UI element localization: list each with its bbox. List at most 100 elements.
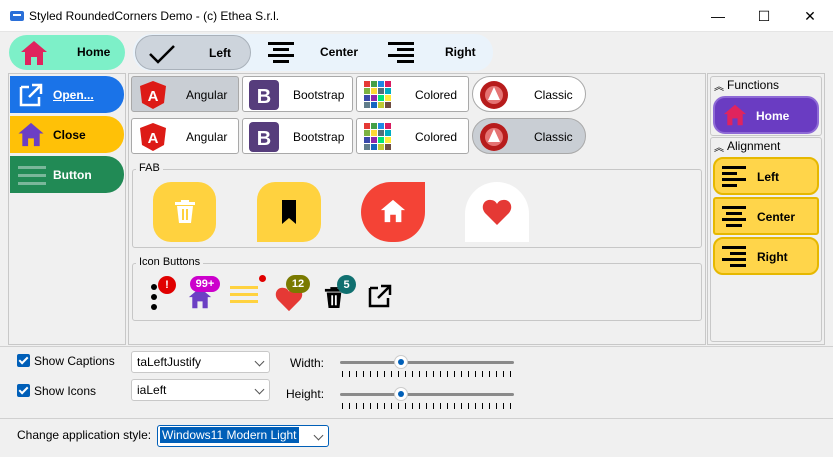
chip-label: Bootstrap: [293, 130, 345, 144]
chip-label: Colored: [415, 130, 458, 144]
bookmark-icon: [282, 200, 296, 224]
chip-label: Colored: [415, 88, 458, 102]
tab-right[interactable]: Right: [375, 35, 491, 70]
align-left-label: Left: [757, 170, 779, 184]
svg-text:B: B: [257, 128, 271, 150]
collapse-functions-icon[interactable]: ︽: [714, 78, 724, 93]
functions-home-label: Home: [756, 109, 790, 123]
tab-left[interactable]: Left: [135, 35, 251, 70]
width-slider-ticks: [342, 371, 514, 377]
app-icon: [10, 11, 24, 21]
chevron-down-icon: [254, 356, 265, 367]
chip-label: Angular: [186, 130, 228, 144]
svg-text:A: A: [148, 130, 159, 147]
svg-text:A: A: [148, 88, 159, 105]
window-title: Styled RoundedCorners Demo - (c) Ethea S…: [29, 9, 280, 23]
generic-button-label: Button: [53, 168, 92, 182]
home-icon: [18, 122, 44, 147]
app-style-value: Windows11 Modern Light: [160, 427, 299, 443]
color-grid-icon: [364, 123, 391, 150]
angular-logo-icon: A: [140, 123, 166, 151]
show-icons-label: Show Icons: [34, 384, 97, 398]
chip-bootstrap-1[interactable]: B Bootstrap: [242, 76, 353, 112]
align-left-button[interactable]: Left: [713, 157, 819, 195]
left-panel: [8, 73, 126, 345]
height-label: Height:: [286, 387, 325, 401]
title-bar: Styled RoundedCorners Demo - (c) Ethea S…: [0, 0, 833, 32]
height-slider-track[interactable]: [340, 393, 514, 396]
height-slider-thumb[interactable]: [393, 387, 408, 401]
fab-favorite-button[interactable]: [465, 182, 529, 242]
chevron-down-icon: [313, 430, 324, 441]
align-center-icon: [268, 42, 294, 63]
home-badge-button[interactable]: 99+: [184, 276, 228, 312]
badge-alert: !: [158, 276, 176, 294]
icon-alignment-select[interactable]: iaLeft: [131, 379, 270, 401]
show-captions-label: Show Captions: [34, 354, 115, 368]
chip-angular-1[interactable]: A Angular: [131, 76, 239, 112]
align-center-button[interactable]: Center: [713, 197, 819, 235]
open-button-label: Open...: [53, 88, 94, 102]
icon-buttons-group-title: Icon Buttons: [136, 256, 204, 268]
delphi-logo-icon: [480, 123, 508, 151]
chip-colored-1[interactable]: Colored: [356, 76, 469, 112]
angular-logo-icon: A: [140, 81, 166, 109]
svg-text:B: B: [257, 86, 271, 108]
chip-classic-2[interactable]: Classic: [472, 118, 586, 154]
chip-classic-1[interactable]: Classic: [472, 76, 586, 112]
fab-home-button[interactable]: [361, 182, 425, 242]
tab-left-label: Left: [209, 46, 231, 60]
collapse-alignment-icon[interactable]: ︽: [714, 139, 724, 154]
minimize-button[interactable]: —: [695, 0, 741, 32]
width-slider-thumb[interactable]: [393, 355, 408, 369]
show-icons-checkbox[interactable]: [17, 384, 30, 397]
chip-label: Classic: [534, 130, 573, 144]
bootstrap-logo-icon: B: [249, 80, 279, 110]
show-captions-checkbox[interactable]: [17, 354, 30, 367]
home-icon: [21, 41, 47, 65]
caption-alignment-select[interactable]: taLeftJustify: [131, 351, 270, 373]
badge-count-99: 99+: [190, 276, 220, 292]
align-right-icon: [722, 246, 746, 267]
close-button[interactable]: Close: [10, 116, 124, 153]
favorite-badge-button[interactable]: 12: [272, 274, 312, 312]
badge-count-5: 5: [337, 275, 356, 294]
width-label: Width:: [290, 356, 325, 370]
width-slider-track[interactable]: [340, 361, 514, 364]
maximize-button[interactable]: ☐: [741, 0, 787, 32]
tab-center[interactable]: Center: [253, 35, 373, 70]
menu-dot-button[interactable]: [230, 274, 268, 312]
open-external-icon: [19, 83, 43, 107]
chevron-down-icon: [254, 384, 265, 395]
style-label: Change application style:: [17, 428, 152, 442]
home-button[interactable]: Home: [9, 35, 125, 70]
generic-button[interactable]: Button: [10, 156, 124, 193]
fab-group-title: FAB: [136, 162, 163, 174]
chip-angular-2[interactable]: A Angular: [131, 118, 239, 154]
app-style-select[interactable]: Windows11 Modern Light: [157, 425, 329, 447]
chip-label: Bootstrap: [293, 88, 345, 102]
alignment-title: Alignment: [727, 139, 781, 153]
close-button-label: Close: [53, 128, 86, 142]
tab-center-label: Center: [320, 45, 359, 59]
align-left-icon: [722, 166, 746, 187]
chip-label: Angular: [186, 88, 228, 102]
functions-home-button[interactable]: Home: [713, 96, 819, 134]
open-external-button[interactable]: [364, 280, 396, 312]
chip-bootstrap-2[interactable]: B Bootstrap: [242, 118, 353, 154]
more-vertical-button[interactable]: !: [148, 276, 180, 312]
delete-badge-button[interactable]: 5: [320, 274, 360, 312]
align-right-icon: [388, 42, 414, 63]
fab-bookmark-button[interactable]: [257, 182, 321, 242]
functions-title: Functions: [727, 78, 780, 92]
chip-colored-2[interactable]: Colored: [356, 118, 469, 154]
chip-label: Classic: [534, 88, 573, 102]
menu-icon: [18, 166, 46, 185]
more-vertical-icon: [151, 284, 157, 310]
fab-delete-button[interactable]: [153, 182, 216, 242]
open-button[interactable]: Open...: [10, 76, 124, 113]
align-center-icon: [722, 206, 746, 227]
align-right-button[interactable]: Right: [713, 237, 819, 275]
trash-icon: [175, 200, 195, 223]
close-window-button[interactable]: ✕: [787, 0, 833, 32]
